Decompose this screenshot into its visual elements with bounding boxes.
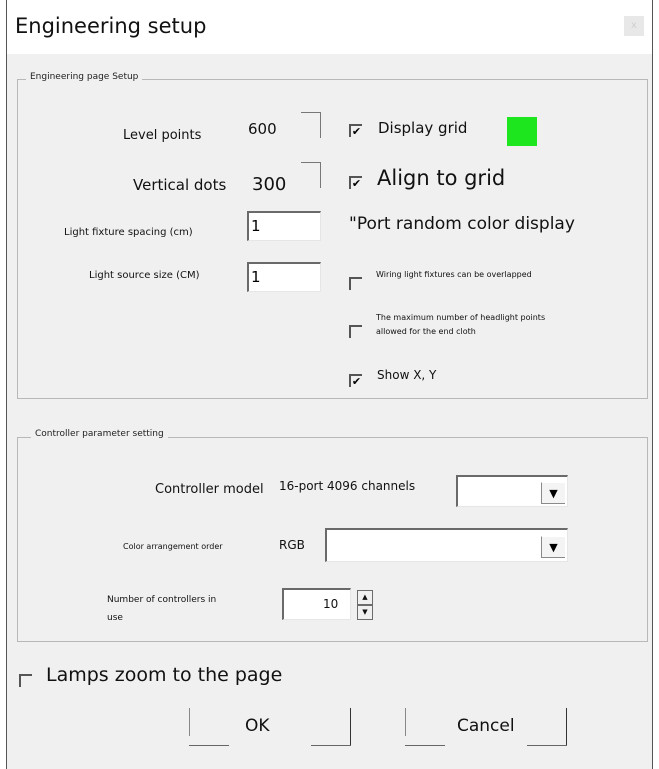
fixture-spacing-input[interactable]: 1 — [247, 211, 321, 241]
controller-model-select[interactable]: ▼ — [456, 475, 568, 507]
level-points-field-edge — [301, 112, 321, 138]
ok-button[interactable]: OK — [189, 708, 351, 746]
page-setup-legend: Engineering page Setup — [26, 72, 143, 82]
title-bar: Engineering setup x — [7, 0, 652, 54]
spin-down-icon[interactable]: ▼ — [357, 605, 373, 620]
vertical-dots-field-edge — [301, 162, 321, 188]
color-order-value: RGB — [279, 538, 305, 552]
level-points-label: Level points — [123, 128, 202, 143]
max-headlight-checkbox[interactable] — [349, 325, 362, 338]
controller-count-label-line2: use — [107, 613, 123, 623]
color-order-select[interactable]: ▼ — [325, 528, 568, 562]
lamps-zoom-label: Lamps zoom to the page — [46, 664, 283, 686]
chevron-down-icon[interactable]: ▼ — [541, 482, 565, 504]
source-size-label: Light source size (CM) — [89, 270, 200, 281]
ok-button-label: OK — [245, 716, 270, 736]
close-icon[interactable]: x — [624, 16, 644, 36]
dialog-title: Engineering setup — [15, 14, 207, 38]
display-grid-label: Display grid — [378, 119, 468, 137]
show-xy-checkbox[interactable]: ✔ — [349, 374, 362, 387]
lamps-zoom-checkbox[interactable] — [19, 674, 32, 687]
port-random-color-label: "Port random color display — [349, 214, 575, 234]
cancel-button[interactable]: Cancel — [405, 708, 567, 746]
controller-count-input[interactable]: 10 — [282, 588, 351, 620]
max-headlight-label-line2: allowed for the end cloth — [376, 327, 476, 336]
controller-legend: Controller parameter setting — [31, 429, 168, 439]
source-size-input[interactable]: 1 — [247, 262, 321, 292]
controller-model-value: 16-port 4096 channels — [279, 479, 416, 493]
align-to-grid-label: Align to grid — [377, 166, 506, 190]
wiring-overlap-label: Wiring light fixtures can be overlapped — [376, 270, 532, 279]
cancel-button-label: Cancel — [457, 716, 515, 736]
engineering-setup-dialog: Engineering setup x Engineering page Set… — [6, 0, 653, 769]
vertical-dots-label: Vertical dots — [133, 176, 227, 194]
show-xy-label: Show X, Y — [377, 368, 437, 382]
level-points-value[interactable]: 600 — [248, 120, 277, 138]
controller-model-label: Controller model — [155, 482, 264, 497]
wiring-overlap-checkbox[interactable] — [349, 277, 362, 290]
controller-count-label-line1: Number of controllers in — [107, 595, 217, 605]
vertical-dots-value[interactable]: 300 — [252, 174, 286, 195]
color-order-label: Color arrangement order — [123, 542, 223, 551]
chevron-down-icon[interactable]: ▼ — [541, 536, 565, 558]
align-to-grid-checkbox[interactable]: ✔ — [349, 176, 362, 189]
max-headlight-label-line1: The maximum number of headlight points — [376, 313, 546, 322]
controller-count-value: 10 — [323, 597, 339, 611]
page-setup-group — [17, 79, 648, 399]
fixture-spacing-label: Light fixture spacing (cm) — [64, 227, 193, 238]
spin-up-icon[interactable]: ▲ — [357, 590, 373, 605]
display-grid-checkbox[interactable]: ✔ — [349, 124, 362, 137]
grid-color-swatch[interactable] — [507, 117, 537, 146]
